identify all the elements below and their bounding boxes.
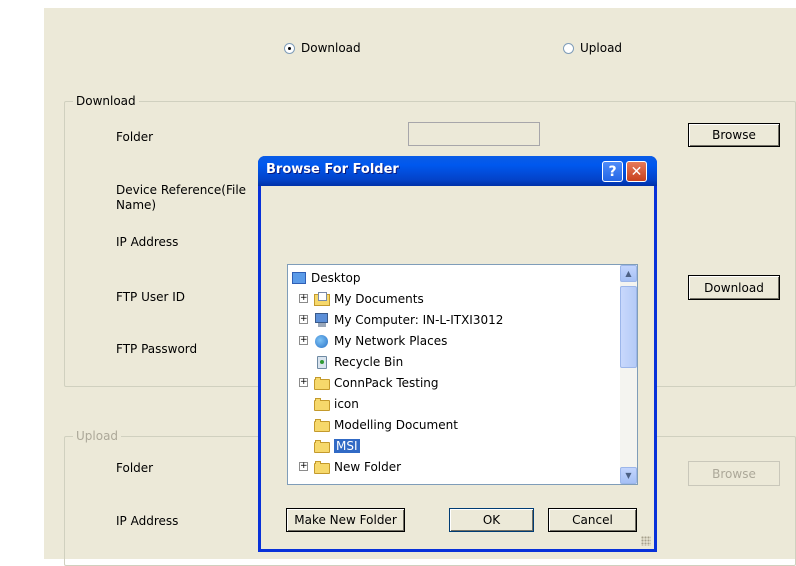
folder-tree[interactable]: Desktop + My Documents + My Computer: IN-L-I… bbox=[287, 264, 638, 485]
upload-radio[interactable]: Upload bbox=[563, 41, 622, 55]
folder-icon bbox=[314, 376, 330, 390]
tree-item-label: My Computer: IN-L-ITXI3012 bbox=[334, 312, 504, 327]
help-button[interactable]: ? bbox=[602, 161, 623, 182]
tree-item-label: MSI bbox=[334, 438, 360, 453]
expand-icon[interactable]: + bbox=[299, 315, 308, 324]
download-radio-label: Download bbox=[301, 41, 361, 55]
tree-item-label: New Folder bbox=[334, 459, 402, 474]
folder-icon bbox=[314, 397, 330, 411]
tree-item-label: icon bbox=[334, 396, 359, 411]
tree-item[interactable]: Modelling Document bbox=[299, 414, 458, 435]
tree-item-label: Modelling Document bbox=[334, 417, 458, 432]
tree-item[interactable]: + My Computer: IN-L-ITXI3012 bbox=[299, 309, 503, 330]
upload-ip-address-label: IP Address bbox=[116, 514, 179, 528]
ftp-user-id-label: FTP User ID bbox=[116, 290, 186, 304]
tree-item-label: My Network Places bbox=[334, 333, 448, 348]
dialog-titlebar[interactable]: Browse For Folder ? ✕ bbox=[258, 156, 657, 186]
device-reference-label: Device Reference(File Name) bbox=[116, 183, 247, 212]
download-radio-indicator[interactable] bbox=[284, 42, 295, 54]
download-browse-button[interactable]: Browse bbox=[688, 123, 780, 147]
upload-group-title: Upload bbox=[73, 429, 122, 443]
close-icon: ✕ bbox=[630, 163, 643, 180]
tree-item[interactable]: MSI bbox=[299, 435, 360, 456]
tree-item[interactable]: icon bbox=[299, 393, 359, 414]
tree-item[interactable]: Recycle Bin bbox=[299, 351, 403, 372]
upload-radio-indicator[interactable] bbox=[563, 42, 574, 54]
scroll-up-icon[interactable]: ▲ bbox=[620, 265, 637, 282]
scroll-down-icon[interactable]: ▼ bbox=[620, 467, 637, 484]
browse-for-folder-dialog: Browse For Folder ? ✕ Desktop + My Documen… bbox=[258, 156, 657, 552]
ftp-password-label: FTP Password bbox=[116, 342, 198, 356]
resize-grip-icon[interactable] bbox=[641, 536, 651, 546]
tree-item-label: ConnPack Testing bbox=[334, 375, 439, 390]
upload-radio-label: Upload bbox=[580, 41, 623, 55]
expand-icon[interactable]: + bbox=[299, 378, 308, 387]
ip-address-label: IP Address bbox=[116, 235, 179, 249]
expand-icon[interactable]: + bbox=[299, 462, 308, 471]
close-button[interactable]: ✕ bbox=[626, 161, 647, 182]
tree-item-label: Desktop bbox=[311, 270, 361, 285]
tree-item[interactable]: + My Network Places bbox=[299, 330, 447, 351]
tree-scrollbar[interactable]: ▲ ▼ bbox=[620, 265, 637, 484]
documents-icon bbox=[314, 291, 330, 306]
folder-icon bbox=[314, 460, 330, 474]
tree-item[interactable]: + ConnPack Testing bbox=[299, 372, 439, 393]
folder-field[interactable] bbox=[408, 122, 540, 146]
expand-icon[interactable]: + bbox=[299, 294, 308, 303]
folder-icon bbox=[314, 439, 330, 453]
make-new-folder-button[interactable]: Make New Folder bbox=[286, 508, 405, 532]
folder-icon bbox=[314, 418, 330, 432]
expand-icon[interactable]: + bbox=[299, 336, 308, 345]
download-group-title: Download bbox=[73, 94, 139, 108]
tree-item-label: Recycle Bin bbox=[334, 354, 404, 369]
cancel-button[interactable]: Cancel bbox=[548, 508, 637, 532]
recycle-bin-icon bbox=[314, 355, 330, 369]
desktop-icon bbox=[291, 271, 307, 285]
ok-button[interactable]: OK bbox=[449, 508, 534, 532]
tree-item[interactable]: + My Documents bbox=[299, 288, 424, 309]
computer-icon bbox=[314, 312, 330, 327]
tree-item[interactable]: Desktop bbox=[291, 267, 361, 288]
help-icon: ? bbox=[608, 163, 617, 180]
upload-folder-label: Folder bbox=[116, 461, 154, 475]
dialog-title: Browse For Folder bbox=[266, 162, 399, 177]
folder-label: Folder bbox=[116, 130, 154, 144]
tree-item-label: My Documents bbox=[334, 291, 424, 306]
download-button[interactable]: Download bbox=[688, 275, 780, 300]
download-radio[interactable]: Download bbox=[284, 41, 361, 55]
network-icon bbox=[314, 334, 330, 348]
scroll-thumb[interactable] bbox=[620, 286, 637, 368]
tree-item[interactable]: + New Folder bbox=[299, 456, 401, 477]
upload-browse-button[interactable]: Browse bbox=[688, 461, 780, 486]
